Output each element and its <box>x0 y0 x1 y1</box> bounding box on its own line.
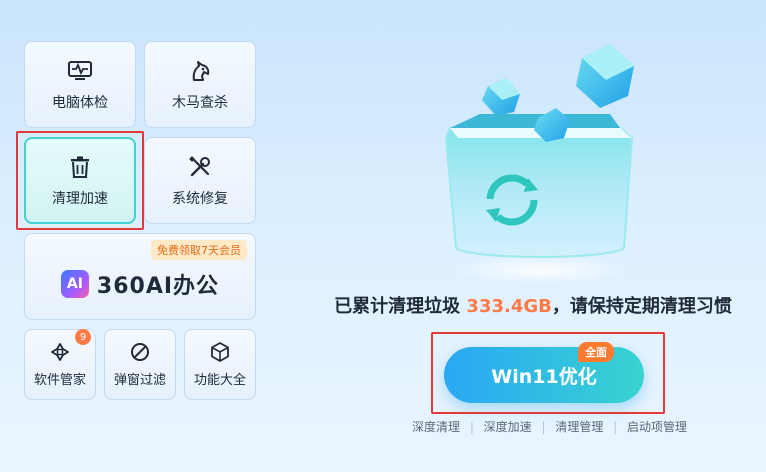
promo-free-member-tag: 免费领取7天会员 <box>151 240 247 260</box>
tile-software-manager[interactable]: 9 软件管家 <box>24 329 96 400</box>
ai-logo-text: 360AI办公 <box>96 273 220 299</box>
link-separator: | <box>541 419 546 434</box>
comprehensive-badge: 全面 <box>578 342 614 362</box>
horse-icon <box>187 58 213 84</box>
tile-system-repair-label: 系统修复 <box>172 190 228 207</box>
headline-prefix: 已累计清理垃圾 <box>334 296 461 317</box>
link-startup-manager[interactable]: 启动项管理 <box>627 418 687 435</box>
trash-icon <box>67 154 93 180</box>
quick-links: 深度清理 | 深度加速 | 清理管理 | 启动项管理 <box>412 418 687 435</box>
ai-office-logo: AI 360AI办公 <box>60 268 220 300</box>
cleanup-box-illustration <box>444 44 634 284</box>
tools-icon <box>187 154 213 180</box>
tile-popup-filter-label: 弹窗过滤 <box>113 373 166 388</box>
link-cleanup-manager[interactable]: 清理管理 <box>555 418 603 435</box>
cleaned-size-value: 333.4GB <box>466 296 552 317</box>
block-icon <box>129 341 151 363</box>
tile-feature-hub[interactable]: 功能大全 <box>184 329 256 400</box>
link-deep-clean[interactable]: 深度清理 <box>412 418 460 435</box>
tile-pc-check-label: 电脑体检 <box>52 94 108 111</box>
link-separator: | <box>469 419 474 434</box>
link-deep-speedup[interactable]: 深度加速 <box>484 418 532 435</box>
monitor-icon <box>67 58 93 84</box>
win11-optimize-button[interactable]: Win11优化 <box>444 347 644 403</box>
software-manager-count-badge: 9 <box>75 329 91 345</box>
tile-popup-filter[interactable]: 弹窗过滤 <box>104 329 176 400</box>
tile-cleanup-speedup[interactable]: 清理加速 <box>24 137 136 224</box>
promo-360ai-office[interactable]: 免费领取7天会员 AI 360AI办公 <box>24 233 256 320</box>
cube-icon <box>209 341 231 363</box>
cleanup-total-headline: 已累计清理垃圾 333.4GB，请保持定期清理习惯 <box>300 292 766 318</box>
link-separator: | <box>613 419 618 434</box>
tile-trojan-scan[interactable]: 木马查杀 <box>144 41 256 128</box>
tile-feature-hub-label: 功能大全 <box>193 373 246 388</box>
tile-cleanup-speedup-label: 清理加速 <box>52 190 108 207</box>
headline-suffix: ，请保持定期清理习惯 <box>551 296 732 317</box>
ai-logo-icon: AI <box>60 269 89 298</box>
tile-software-manager-label: 软件管家 <box>33 373 86 388</box>
tile-pc-check[interactable]: 电脑体检 <box>24 41 136 128</box>
software-manager-icon <box>49 341 71 363</box>
tile-trojan-scan-label: 木马查杀 <box>172 94 228 111</box>
tile-system-repair[interactable]: 系统修复 <box>144 137 256 224</box>
